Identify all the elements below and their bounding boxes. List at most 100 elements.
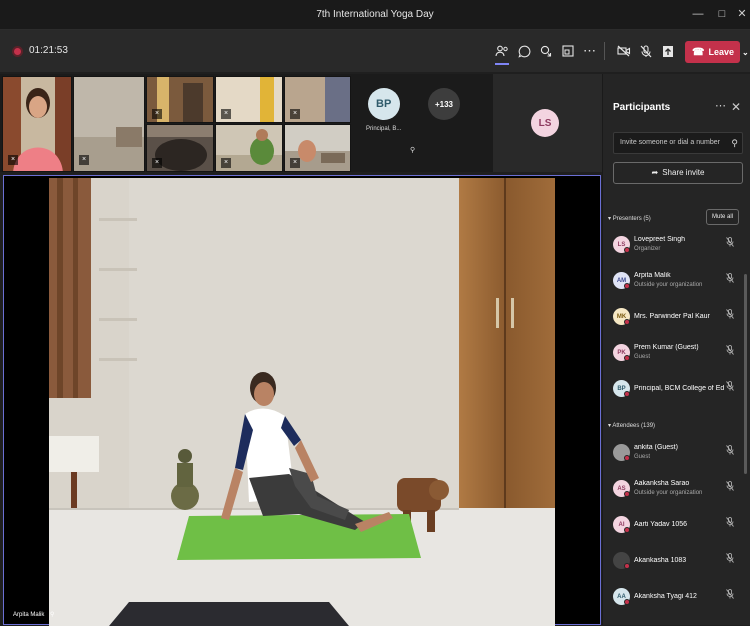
mic-muted-icon: ⚲ (410, 147, 416, 154)
share-screen-icon[interactable] (658, 41, 678, 61)
chevron-down-icon: ▾ (608, 423, 612, 429)
participant-name: Lovepreet Singh (634, 236, 685, 243)
participant-row[interactable]: Akankasha 1083 (613, 549, 741, 579)
mic-off-icon[interactable] (636, 41, 656, 61)
more-options-icon[interactable]: ⋯ (715, 99, 726, 112)
attendees-header-label: Attendees (139) (612, 423, 656, 429)
more-options-icon[interactable]: ⋯ (580, 41, 600, 61)
participants-icon[interactable] (492, 41, 512, 65)
mic-muted-icon: × (152, 158, 162, 168)
presence-status-icon (624, 455, 630, 461)
invite-placeholder: Invite someone or dial a number (620, 139, 720, 146)
participant-role: Organizer (634, 246, 661, 252)
meeting-timer: 01:21:53 (29, 45, 68, 56)
participant-role: Outside your organization (634, 282, 703, 288)
share-invite-label: Share invite (662, 168, 705, 177)
maximize-icon[interactable]: □ (714, 6, 730, 22)
participant-row[interactable]: AM Arpita Malik Outside your organization (613, 269, 741, 299)
presenter-video (49, 178, 555, 626)
main-video-stage[interactable]: Arpita Malik ⚲ (3, 175, 601, 626)
participant-name: Arpita Malik (634, 272, 671, 279)
participant-name: ankita (Guest) (634, 444, 678, 451)
reactions-icon[interactable] (536, 41, 556, 61)
attendees-header[interactable]: ▾ Attendees (139) (608, 422, 655, 429)
participant-row[interactable]: AS Aakanksha Sarao Outside your organizati… (613, 477, 741, 507)
presenter-name: Arpita Malik (13, 612, 45, 618)
participant-name: Akankasha 1083 (634, 557, 687, 564)
share-icon: ➦ (651, 168, 659, 177)
mic-muted-icon: × (221, 158, 231, 168)
phone-hangup-icon: ☎ (692, 46, 705, 58)
mic-muted-icon: × (290, 158, 300, 168)
participant-name: Principal, BCM College of Edu... (634, 385, 724, 392)
presenters-header[interactable]: ▾ Presenters (5) (608, 215, 651, 222)
mic-muted-icon (726, 481, 734, 493)
participant-video-tile[interactable]: × (146, 76, 214, 123)
rooms-icon[interactable] (558, 41, 578, 61)
presenters-header-label: Presenters (5) (612, 216, 651, 222)
toolbar-divider (604, 42, 605, 60)
participant-avatar-tile[interactable]: LS (493, 74, 602, 172)
recording-icon (12, 46, 23, 57)
presence-status-icon (624, 355, 630, 361)
meeting-toolbar: 01:21:53 ⋯ ☎ Leave ⌄ (0, 30, 750, 72)
participant-avatar-tile[interactable]: BP Principal, B... (366, 88, 401, 132)
participant-video-tile[interactable]: × (215, 76, 283, 123)
close-icon[interactable]: ✕ (734, 6, 750, 22)
participant-row[interactable]: LS Lovepreet Singh Organizer (613, 233, 741, 263)
presence-status-icon (624, 491, 630, 497)
participant-name: Mrs. Parwinder Pal Kaur (634, 313, 710, 320)
presence-status-icon (624, 247, 630, 253)
minimize-icon[interactable]: — (690, 6, 706, 22)
panel-title: Participants (613, 102, 671, 113)
participant-video-tile[interactable]: × (284, 76, 351, 123)
participant-video-tile[interactable]: × (146, 124, 214, 172)
search-icon[interactable]: ⚲ (731, 133, 738, 153)
participant-video-tile[interactable]: × (215, 124, 283, 172)
share-invite-button[interactable]: ➦ Share invite (613, 162, 743, 184)
scrollbar[interactable] (744, 274, 747, 474)
avatar: BP (367, 88, 400, 120)
leave-button[interactable]: ☎ Leave ⌄ (685, 41, 749, 63)
participant-video-tile[interactable]: × (2, 76, 72, 172)
presence-status-icon (624, 599, 630, 605)
participant-role: Guest (634, 454, 651, 460)
window-title: 7th International Yoga Day (316, 9, 434, 20)
mic-muted-icon: × (221, 109, 231, 119)
participant-name: Aarti Yadav 1056 (634, 521, 688, 528)
participant-name: Aakanksha Sarao (634, 480, 690, 487)
participant-video-tile[interactable]: × (73, 76, 145, 172)
mic-muted-icon (726, 517, 734, 529)
mic-muted-icon: × (8, 155, 18, 165)
participant-row[interactable]: MK Mrs. Parwinder Pal Kaur (613, 305, 741, 335)
leave-label: Leave (708, 47, 734, 57)
participant-name: Akanksha Tyagi 412 (634, 593, 697, 600)
participant-role: Guest (634, 354, 651, 360)
mic-muted-icon (726, 345, 734, 357)
participant-row[interactable]: PK Prem Kumar (Guest) Guest (613, 341, 741, 371)
camera-off-icon[interactable] (614, 41, 634, 61)
mic-muted-icon: × (290, 109, 300, 119)
mute-all-button[interactable]: Mute all (706, 209, 739, 225)
participant-name: Prem Kumar (Guest) (634, 344, 699, 351)
mic-muted-icon (726, 309, 734, 321)
chat-icon[interactable] (514, 41, 534, 61)
chevron-down-icon: ▾ (608, 216, 612, 222)
chevron-down-icon[interactable]: ⌄ (742, 48, 749, 57)
participant-video-tile[interactable]: × (284, 124, 351, 172)
mic-muted-icon (726, 381, 734, 393)
mic-muted-icon (726, 589, 734, 601)
participant-row[interactable]: ankita (Guest) Guest (613, 441, 741, 471)
participant-row[interactable]: BP Principal, BCM College of Edu... (613, 377, 741, 407)
participant-caption: Principal, B... (366, 126, 402, 132)
mic-muted-icon: × (79, 155, 89, 165)
close-icon[interactable]: ✕ (731, 100, 741, 114)
participant-row[interactable]: AA Akanksha Tyagi 412 (613, 585, 741, 615)
presence-status-icon (624, 527, 630, 533)
invite-input[interactable]: Invite someone or dial a number ⚲ (613, 132, 743, 154)
presenter-name-label: Arpita Malik ⚲ (13, 611, 54, 618)
mic-muted-icon (726, 553, 734, 565)
more-participants-button[interactable]: +133 (428, 88, 460, 120)
participant-row[interactable]: AI Aarti Yadav 1056 (613, 513, 741, 543)
video-gallery: × × × × × × × × BP Principal, B... ⚲ +13… (0, 74, 602, 172)
